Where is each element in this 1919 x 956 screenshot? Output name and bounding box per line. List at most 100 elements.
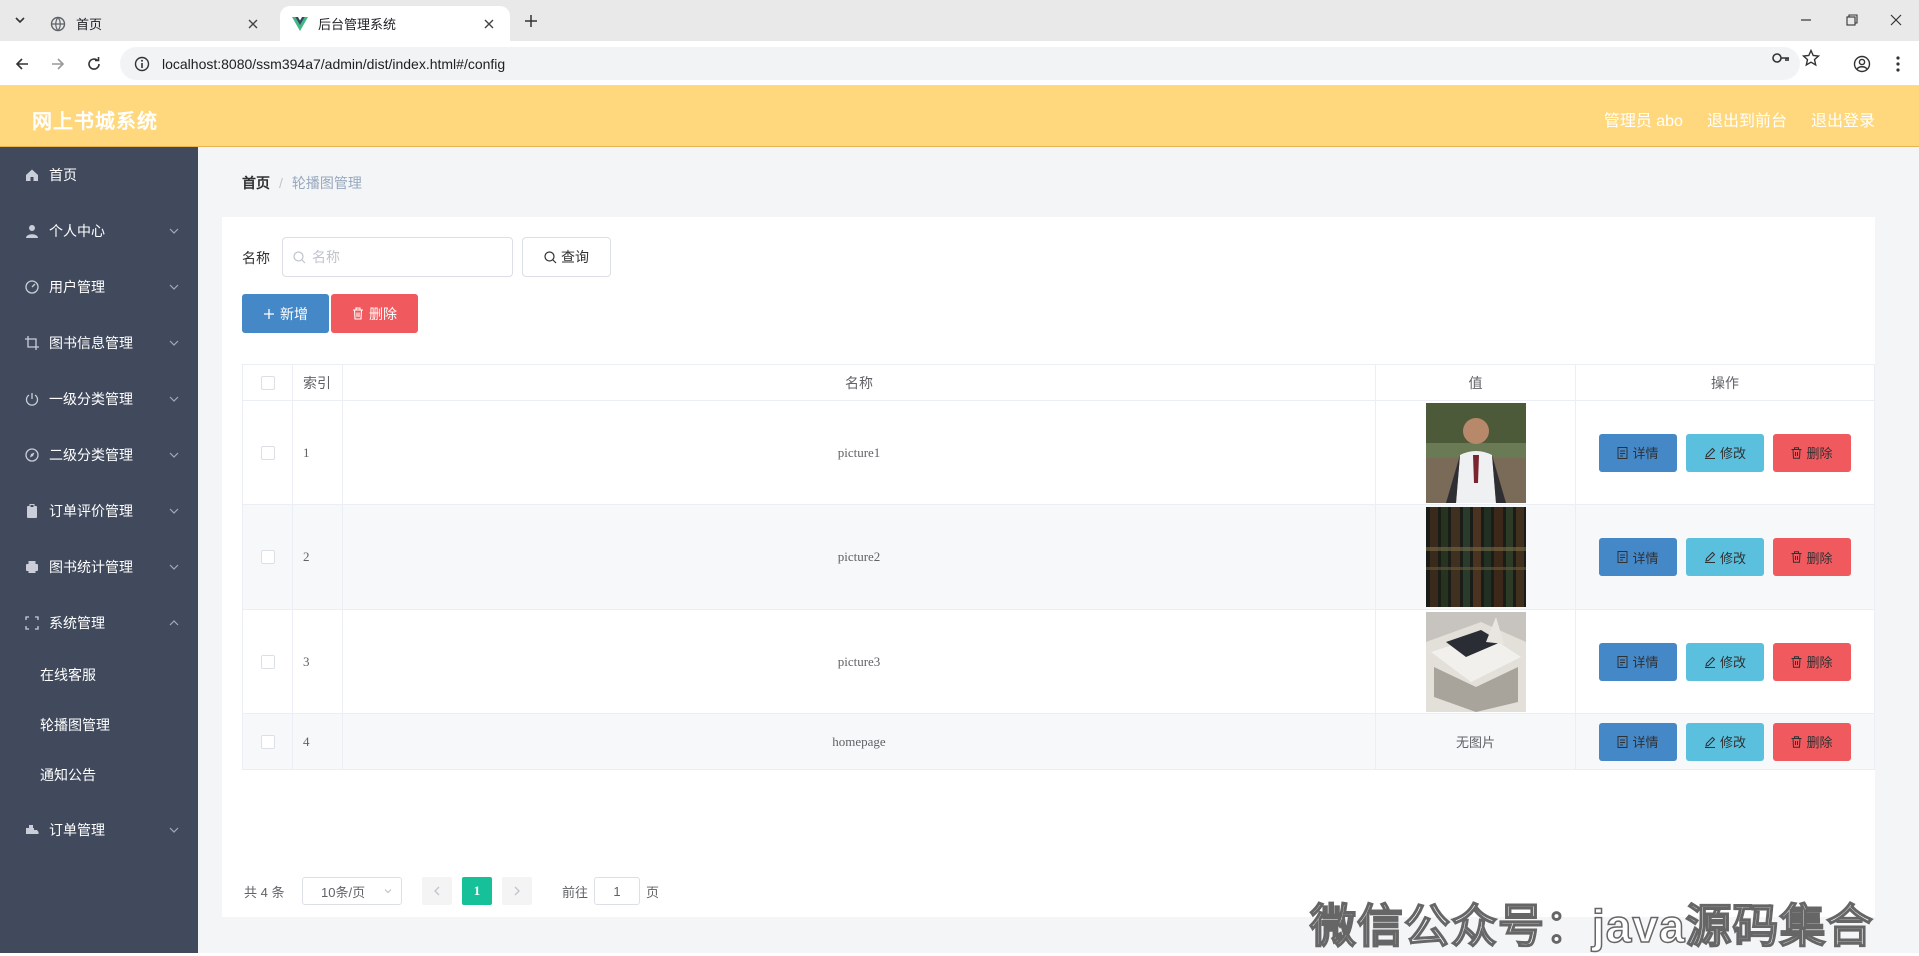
- row-name: picture1: [343, 401, 1376, 504]
- browser-tab-admin[interactable]: 后台管理系统: [280, 6, 510, 41]
- browser-tab-home[interactable]: 首页: [38, 6, 274, 41]
- table-row: 3 picture3 详情 修改 删除: [243, 610, 1875, 714]
- restore-icon[interactable]: [1840, 8, 1864, 32]
- document-icon: [1617, 446, 1628, 459]
- carousel-thumbnail-image[interactable]: [1425, 611, 1526, 712]
- search-input[interactable]: 名称: [282, 237, 513, 277]
- url-text: localhost:8080/ssm394a7/admin/dist/index…: [162, 55, 506, 72]
- detail-button[interactable]: 详情: [1599, 642, 1677, 681]
- edit-button[interactable]: 修改: [1686, 642, 1764, 681]
- sidebar-subitem-notices[interactable]: 通知公告: [0, 750, 198, 800]
- document-icon: [1617, 735, 1628, 748]
- table-row: 2 picture2 详情 修改 删除: [243, 505, 1875, 610]
- no-image-text: 无图片: [1455, 735, 1495, 750]
- row-actions: 详情 修改 删除: [1576, 505, 1875, 609]
- detail-button[interactable]: 详情: [1599, 722, 1677, 761]
- chevron-left-icon: [434, 886, 440, 896]
- user-icon: [24, 223, 40, 239]
- row-checkbox[interactable]: [260, 445, 275, 460]
- password-key-icon[interactable]: [1770, 47, 1792, 69]
- row-checkbox[interactable]: [260, 654, 275, 669]
- close-icon[interactable]: [480, 15, 498, 33]
- goto-suffix: 页: [646, 884, 660, 900]
- data-table: 索引 名称 值 操作 1 picture1 详情 修改 删除 2 picture…: [242, 364, 1875, 770]
- delete-button[interactable]: 删除: [1773, 538, 1851, 576]
- header-value: 值: [1376, 365, 1576, 400]
- admin-user-label: 管理员 abo: [1603, 113, 1683, 130]
- chevron-down-icon: [169, 452, 179, 458]
- site-info-icon[interactable]: [134, 56, 150, 72]
- menu-dots-icon[interactable]: [1886, 52, 1910, 76]
- search-button[interactable]: 查询: [522, 237, 611, 277]
- address-bar[interactable]: localhost:8080/ssm394a7/admin/dist/index…: [120, 47, 1800, 80]
- edit-button-label: 修改: [1719, 735, 1746, 750]
- edit-button[interactable]: 修改: [1686, 722, 1764, 761]
- delete-button[interactable]: 删除: [1773, 722, 1851, 761]
- new-tab-icon[interactable]: [520, 10, 542, 32]
- reload-icon[interactable]: [82, 52, 106, 76]
- page-number-current[interactable]: 1: [462, 877, 492, 905]
- row-checkbox[interactable]: [260, 550, 275, 564]
- add-button[interactable]: 新增: [242, 294, 329, 333]
- row-checkbox-cell: [243, 401, 293, 504]
- sidebar-item-category2[interactable]: 二级分类管理: [0, 427, 198, 483]
- delete-button[interactable]: 删除: [1773, 433, 1851, 472]
- sidebar-item-label: 系统管理: [49, 615, 105, 631]
- sidebar-item-users[interactable]: 用户管理: [0, 259, 198, 315]
- detail-button[interactable]: 详情: [1599, 538, 1677, 576]
- batch-delete-button[interactable]: 删除: [331, 294, 418, 333]
- globe-icon: [50, 16, 66, 32]
- sidebar-subitem-online-service[interactable]: 在线客服: [0, 650, 198, 700]
- close-icon[interactable]: [244, 15, 262, 33]
- carousel-thumbnail-image[interactable]: [1425, 507, 1526, 607]
- chevron-up-icon: [169, 620, 179, 626]
- breadcrumb-separator: /: [279, 175, 283, 191]
- sidebar-item-label: 首页: [49, 167, 77, 183]
- sidebar-item-category1[interactable]: 一级分类管理: [0, 371, 198, 427]
- edit-button-label: 修改: [1719, 550, 1746, 566]
- trash-icon: [1791, 551, 1802, 563]
- sidebar-item-home[interactable]: 首页: [0, 147, 198, 203]
- close-window-icon[interactable]: [1884, 8, 1908, 32]
- select-all-checkbox[interactable]: [260, 375, 275, 390]
- page-size-select[interactable]: 10条/页: [302, 877, 402, 905]
- trash-icon: [1791, 735, 1802, 748]
- breadcrumb-home[interactable]: 首页: [242, 173, 270, 193]
- sidebar-item-orders[interactable]: 订单管理: [0, 802, 198, 858]
- goto-prefix: 前往: [562, 884, 589, 900]
- sidebar-item-profile[interactable]: 个人中心: [0, 203, 198, 259]
- batch-delete-label: 删除: [369, 305, 397, 322]
- row-checkbox[interactable]: [260, 734, 275, 749]
- pencil-icon: [1704, 656, 1716, 668]
- chevron-down-icon: [169, 827, 179, 833]
- back-icon[interactable]: [10, 52, 34, 76]
- sidebar-item-system[interactable]: 系统管理: [0, 595, 198, 651]
- tab-search-icon[interactable]: [8, 8, 32, 32]
- profile-icon[interactable]: [1850, 52, 1874, 76]
- app-title: 网上书城系统: [32, 111, 158, 133]
- edit-button[interactable]: 修改: [1686, 433, 1764, 472]
- next-page-button[interactable]: [502, 877, 532, 905]
- forward-icon[interactable]: [46, 52, 70, 76]
- delete-button-label: 删除: [1806, 735, 1833, 750]
- prev-page-button[interactable]: [422, 877, 452, 905]
- sidebar-item-stats[interactable]: 图书统计管理: [0, 539, 198, 595]
- edit-button[interactable]: 修改: [1686, 538, 1764, 576]
- carousel-thumbnail-image[interactable]: [1425, 402, 1526, 503]
- logout-link[interactable]: 退出登录: [1811, 107, 1875, 131]
- sidebar-item-reviews[interactable]: 订单评价管理: [0, 483, 198, 539]
- plus-icon: [263, 308, 275, 320]
- delete-button[interactable]: 删除: [1773, 642, 1851, 681]
- sidebar-subitem-carousel[interactable]: 轮播图管理: [0, 700, 198, 750]
- table-row: 1 picture1 详情 修改 删除: [243, 401, 1875, 505]
- detail-button[interactable]: 详情: [1599, 433, 1677, 472]
- sidebar-item-books[interactable]: 图书信息管理: [0, 315, 198, 371]
- goto-page-input[interactable]: 1: [594, 877, 641, 905]
- minimize-icon[interactable]: [1794, 8, 1818, 32]
- row-checkbox-cell: [243, 610, 293, 713]
- row-name: homepage: [343, 714, 1376, 769]
- exit-to-frontend-link[interactable]: 退出到前台: [1707, 107, 1787, 131]
- bookmark-star-icon[interactable]: [1800, 47, 1822, 69]
- sidebar-item-label: 图书信息管理: [49, 335, 133, 351]
- trash-icon: [1791, 655, 1802, 668]
